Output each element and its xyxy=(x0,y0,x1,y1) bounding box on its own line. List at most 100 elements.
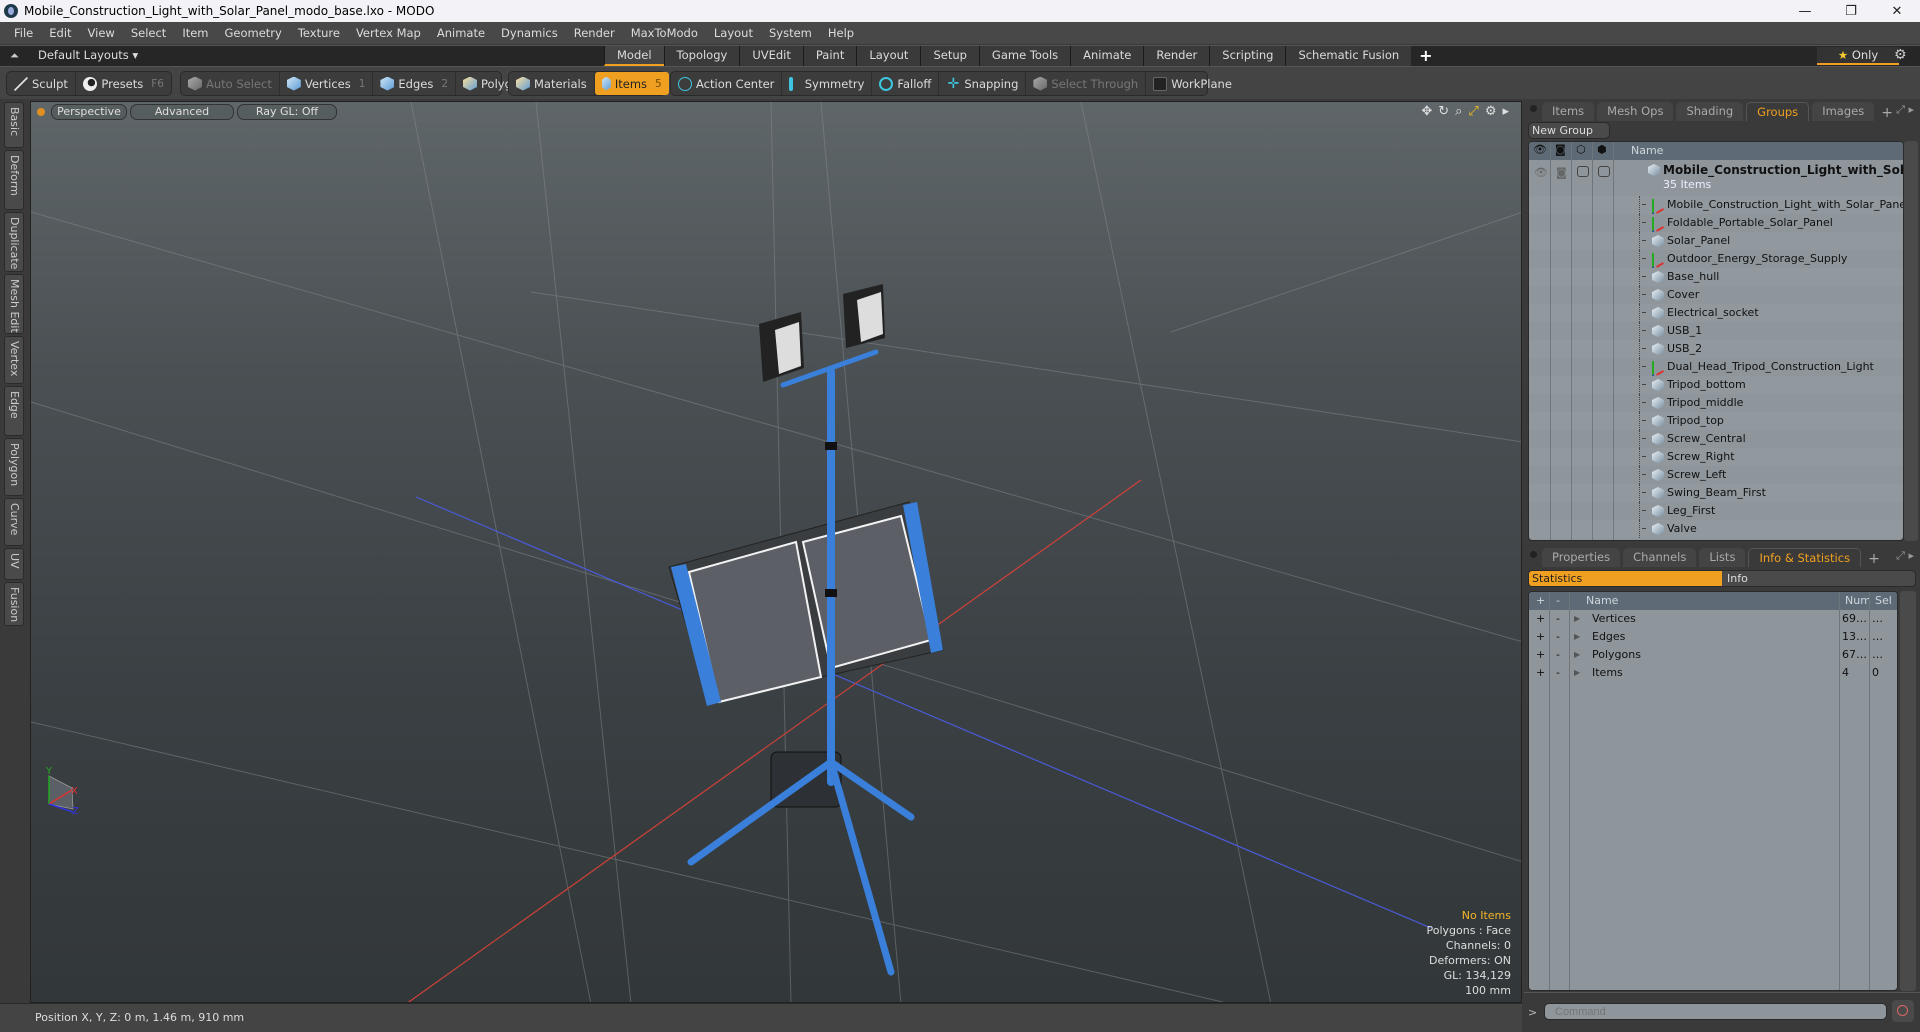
menu-vertex-map[interactable]: Vertex Map xyxy=(348,26,429,40)
left-tab-vertex[interactable]: Vertex xyxy=(4,336,24,384)
select-checkbox[interactable] xyxy=(1598,166,1610,177)
expand-arrow-icon[interactable]: ▶ xyxy=(1574,650,1580,659)
viewport-menu-dot[interactable] xyxy=(37,108,45,116)
3d-viewport[interactable]: Y X Z Perspective Advanced Ray GL: Off ✥… xyxy=(30,101,1522,1003)
visibility-column-icon[interactable]: 👁 xyxy=(1533,143,1547,156)
add-layout-tab-button[interactable]: + xyxy=(1411,46,1440,66)
shading-dropdown[interactable]: Advanced xyxy=(130,104,234,120)
menu-animate[interactable]: Animate xyxy=(429,26,493,40)
group-item-row[interactable]: Electrical_socket xyxy=(1529,304,1903,322)
group-item-row[interactable]: Mobile_Construction_Light_with_Solar_Pan… xyxy=(1529,196,1903,214)
layout-tab-model[interactable]: Model xyxy=(604,46,664,66)
presets-button[interactable]: Presets F6 xyxy=(76,72,171,95)
menu-texture[interactable]: Texture xyxy=(290,26,348,40)
expand-arrow-icon[interactable]: ▶ xyxy=(1574,632,1580,641)
expand-all-header[interactable]: + xyxy=(1536,594,1545,607)
tab-properties[interactable]: Properties xyxy=(1542,548,1621,567)
symmetry-button[interactable]: Symmetry xyxy=(782,72,873,95)
new-group-button[interactable]: New Group xyxy=(1528,122,1610,139)
panel-menu-dot-icon[interactable] xyxy=(1530,551,1537,558)
tab-shading[interactable]: Shading xyxy=(1676,102,1744,121)
left-tab-mesh-edit[interactable]: Mesh Edit xyxy=(4,274,24,334)
menu-file[interactable]: File xyxy=(6,26,41,40)
items-button[interactable]: Items 5 xyxy=(594,72,669,95)
expand-panel-icon[interactable]: ⤢ ▸ xyxy=(1896,549,1914,563)
layout-tab-setup[interactable]: Setup xyxy=(920,46,979,66)
menu-dynamics[interactable]: Dynamics xyxy=(493,26,566,40)
command-input[interactable] xyxy=(1544,1003,1887,1020)
collapse-up-icon[interactable]: ⏶ xyxy=(10,49,19,63)
select-column-icon[interactable]: ⬢ xyxy=(1597,143,1607,156)
name-column-header[interactable]: Name xyxy=(1631,144,1663,157)
layout-tab-schematic-fusion[interactable]: Schematic Fusion xyxy=(1285,46,1412,66)
menu-edit[interactable]: Edit xyxy=(41,26,79,40)
group-item-row[interactable]: Cover xyxy=(1529,286,1903,304)
layout-tab-uvedit[interactable]: UVEdit xyxy=(739,46,803,66)
maximize-button[interactable]: ❐ xyxy=(1828,0,1874,22)
maximize-viewport-icon[interactable]: ⤢ xyxy=(1468,104,1478,119)
group-item-row[interactable]: Outdoor_Energy_Storage_Supply xyxy=(1529,250,1903,268)
expand-panel-icon[interactable]: ⤢ ▸ xyxy=(1896,103,1914,117)
groups-scrollbar[interactable] xyxy=(1904,141,1918,541)
tab-info-statistics[interactable]: Info & Statistics xyxy=(1748,548,1862,567)
group-item-row[interactable]: Screw_Central xyxy=(1529,430,1903,448)
menu-layout[interactable]: Layout xyxy=(706,26,761,40)
gear-icon[interactable]: ⚙ xyxy=(1894,47,1907,63)
left-tab-deform[interactable]: Deform xyxy=(4,150,24,210)
expand-row-button[interactable]: + xyxy=(1536,666,1545,679)
add-tab-button[interactable]: + xyxy=(1877,105,1897,121)
group-item-row[interactable]: Foldable_Portable_Solar_Panel xyxy=(1529,214,1903,232)
action-center-button[interactable]: Action Center xyxy=(671,72,783,95)
render-column-icon[interactable]: ◙ xyxy=(1555,143,1566,156)
menu-select[interactable]: Select xyxy=(123,26,174,40)
snapping-button[interactable]: ✛ Snapping xyxy=(939,72,1027,95)
group-item-row[interactable]: USB_1 xyxy=(1529,322,1903,340)
pan-icon[interactable]: ✥ xyxy=(1421,104,1432,119)
left-tab-duplicate[interactable]: Duplicate xyxy=(4,212,24,272)
lock-checkbox[interactable] xyxy=(1577,166,1589,177)
group-item-row[interactable]: Tripod_top xyxy=(1529,412,1903,430)
left-tab-curve[interactable]: Curve xyxy=(4,498,24,546)
group-item-row[interactable]: Tripod_bottom xyxy=(1529,376,1903,394)
layout-tab-paint[interactable]: Paint xyxy=(802,46,857,66)
left-tab-fusion[interactable]: Fusion xyxy=(4,582,24,626)
group-item-row[interactable]: Solar_Panel xyxy=(1529,232,1903,250)
collapse-all-header[interactable]: - xyxy=(1556,594,1560,607)
auto-select-button[interactable]: Auto Select xyxy=(181,72,280,95)
workplane-button[interactable]: WorkPlane xyxy=(1146,72,1239,95)
construction-light-model[interactable] xyxy=(668,284,944,976)
falloff-button[interactable]: Falloff xyxy=(872,72,940,95)
select-through-button[interactable]: Select Through xyxy=(1026,72,1147,95)
materials-button[interactable]: Materials xyxy=(509,72,595,95)
expand-row-button[interactable]: + xyxy=(1536,612,1545,625)
tab-channels[interactable]: Channels xyxy=(1623,548,1697,567)
statistics-scrollbar[interactable] xyxy=(1900,591,1916,991)
zoom-icon[interactable]: ⌕ xyxy=(1455,104,1462,119)
group-item-row[interactable]: Tripod_middle xyxy=(1529,394,1903,412)
statistics-row-vertices[interactable]: + - ▶ Vertices 69…… xyxy=(1529,610,1897,628)
group-item-row[interactable]: USB_2 xyxy=(1529,340,1903,358)
expand-arrow-icon[interactable]: ▶ xyxy=(1574,614,1580,623)
raygl-toggle[interactable]: Ray GL: Off xyxy=(237,104,337,120)
expand-row-button[interactable]: + xyxy=(1536,648,1545,661)
layout-tab-render[interactable]: Render xyxy=(1143,46,1210,66)
expand-arrow-icon[interactable]: ▶ xyxy=(1574,668,1580,677)
menu-item[interactable]: Item xyxy=(174,26,216,40)
menu-render[interactable]: Render xyxy=(566,26,623,40)
collapse-row-button[interactable]: - xyxy=(1556,648,1560,661)
render-toggle-icon[interactable]: ◙ xyxy=(1556,166,1567,179)
collapse-row-button[interactable]: - xyxy=(1556,612,1560,625)
viewport-settings-icon[interactable]: ⚙ xyxy=(1485,104,1497,119)
add-tab-button[interactable]: + xyxy=(1864,551,1884,567)
group-root-row[interactable]: 👁 ◙ Mobile_Construction_Light_with_Solar… xyxy=(1529,160,1903,194)
tab-items[interactable]: Items xyxy=(1542,102,1595,121)
layout-selector[interactable]: Default Layouts ▾ xyxy=(38,48,138,62)
menu-maxtomodo[interactable]: MaxToModo xyxy=(623,26,706,40)
collapse-row-button[interactable]: - xyxy=(1556,630,1560,643)
layout-tab-topology[interactable]: Topology xyxy=(663,46,740,66)
sculpt-button[interactable]: Sculpt xyxy=(7,72,77,95)
lock-column-icon[interactable]: ⬡ xyxy=(1576,143,1586,156)
menu-view[interactable]: View xyxy=(80,26,123,40)
left-tab-polygon[interactable]: Polygon xyxy=(4,438,24,496)
only-toggle-button[interactable]: ★ Only xyxy=(1817,47,1899,65)
